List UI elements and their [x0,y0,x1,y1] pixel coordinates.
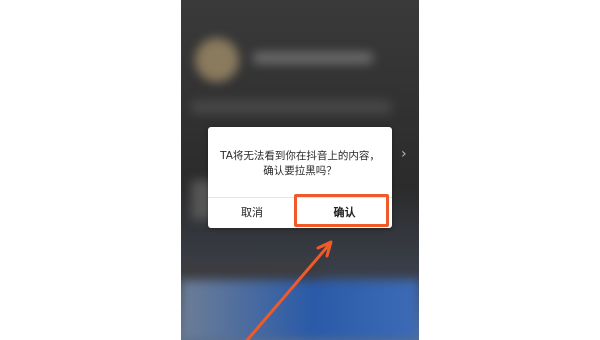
annotation-arrow [245,240,333,340]
